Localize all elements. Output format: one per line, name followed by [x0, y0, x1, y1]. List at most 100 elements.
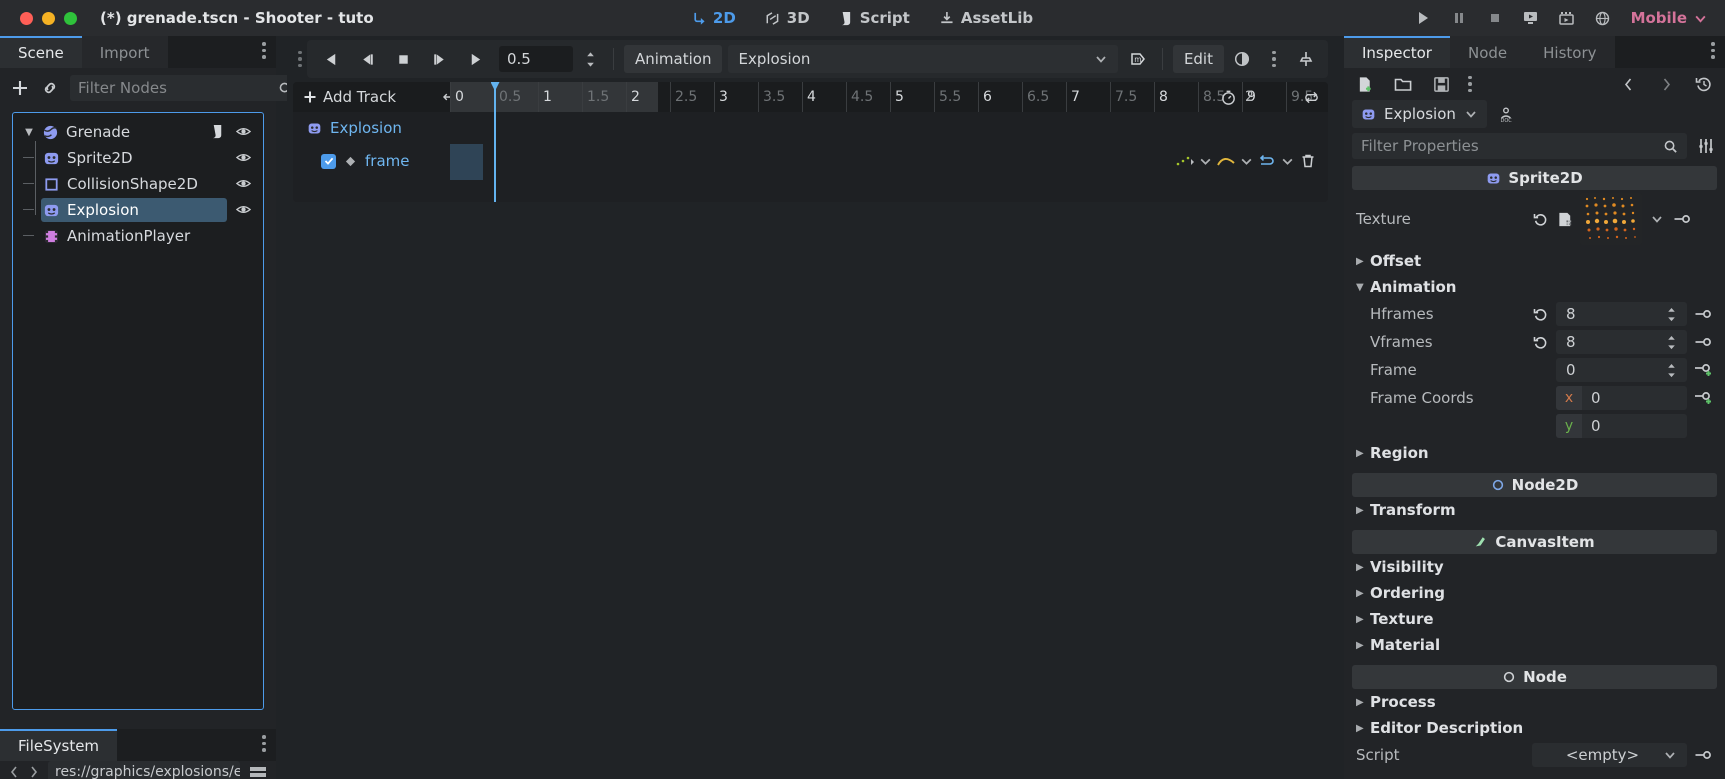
- revert-property-button[interactable]: [1532, 211, 1550, 227]
- zoom-window-button[interactable]: [64, 11, 77, 25]
- chevron-left-icon[interactable]: [8, 765, 20, 779]
- track-easing-button[interactable]: [1214, 148, 1238, 174]
- animation-pin-button[interactable]: m: [1124, 45, 1152, 73]
- scene-tree-item-grenade[interactable]: ▼ Grenade: [13, 119, 263, 145]
- tab-import[interactable]: Import: [81, 36, 168, 68]
- inspector-object-selector[interactable]: Explosion: [1352, 100, 1487, 128]
- add-keyframe-vframes-button[interactable]: [1693, 335, 1713, 349]
- track-remove-button[interactable]: [1296, 148, 1320, 174]
- chevron-down-icon[interactable]: [1281, 155, 1294, 168]
- filter-nodes-input[interactable]: [70, 75, 301, 101]
- tab-3d[interactable]: 3D: [762, 6, 814, 30]
- tab-history[interactable]: History: [1525, 36, 1615, 68]
- split-view-icon[interactable]: [248, 765, 268, 779]
- filter-nodes-field[interactable]: [78, 79, 272, 97]
- history-back-button[interactable]: [1617, 73, 1639, 95]
- property-group-process[interactable]: ▶ Process: [1344, 689, 1725, 715]
- onion-skinning-button[interactable]: [1228, 45, 1256, 73]
- property-frame-coords[interactable]: Frame Coords x 0: [1344, 384, 1725, 412]
- animation-menu-button[interactable]: Animation: [624, 45, 723, 73]
- filesystem-path-input[interactable]: res://graphics/explosions/e: [48, 761, 240, 779]
- add-keyframe-script-button[interactable]: [1693, 748, 1713, 762]
- property-group-offset[interactable]: ▶ Offset: [1344, 248, 1725, 274]
- texture-preview[interactable]: [1580, 193, 1642, 245]
- property-hframes[interactable]: Hframes 8: [1344, 300, 1725, 328]
- updown-arrows-icon[interactable]: [1666, 307, 1677, 322]
- property-script[interactable]: Script <empty>: [1344, 741, 1725, 769]
- scene-tree-item-collisionshape2d[interactable]: CollisionShape2D: [13, 171, 263, 197]
- play-from-start-button[interactable]: [351, 45, 383, 73]
- animation-options-button[interactable]: [1260, 45, 1288, 73]
- track-interpolation-mode-button[interactable]: [1173, 148, 1197, 174]
- close-window-button[interactable]: [20, 11, 33, 25]
- updown-arrows-icon[interactable]: [1666, 335, 1677, 350]
- property-texture[interactable]: Texture: [1344, 190, 1725, 248]
- animation-time-stepper[interactable]: [577, 45, 603, 73]
- timeline-ruler[interactable]: Add Track 0 0.5 1 1.5 2 2.5 3 3.5 4 4.5 …: [293, 82, 1328, 112]
- property-group-ordering[interactable]: ▶ Ordering: [1344, 580, 1725, 606]
- animation-time-field[interactable]: 0.5: [499, 46, 573, 72]
- instantiate-scene-button[interactable]: [41, 77, 59, 99]
- add-keyframe-frame-button[interactable]: [1693, 362, 1713, 378]
- scene-tree-item-explosion[interactable]: Explosion: [13, 197, 263, 223]
- scene-tree-item-animationplayer[interactable]: AnimationPlayer: [13, 223, 263, 249]
- play-forward-button[interactable]: [459, 45, 491, 73]
- chevron-right-icon[interactable]: [28, 765, 40, 779]
- play-from-end-button[interactable]: [423, 45, 455, 73]
- new-resource-button[interactable]: [1354, 73, 1376, 95]
- updown-arrows-icon[interactable]: [1666, 363, 1677, 378]
- hframes-input[interactable]: 8: [1556, 302, 1687, 326]
- play-custom-scene-button[interactable]: [1549, 0, 1585, 36]
- node-visibility-toggle[interactable]: [235, 124, 252, 143]
- track-enabled-checkbox[interactable]: [321, 153, 336, 169]
- node-visibility-toggle[interactable]: [235, 202, 252, 221]
- tab-2d[interactable]: 2D: [688, 6, 740, 30]
- open-documentation-button[interactable]: DOC: [1495, 103, 1517, 125]
- frame-coords-y-input[interactable]: y 0: [1556, 414, 1687, 438]
- property-tools-button[interactable]: [1695, 135, 1717, 157]
- history-forward-button[interactable]: [1655, 73, 1677, 95]
- inspector-dock-menu-button[interactable]: [1711, 42, 1715, 59]
- add-track-button[interactable]: Add Track: [303, 82, 396, 112]
- filter-properties-input[interactable]: Filter Properties: [1352, 133, 1687, 159]
- animation-edit-button[interactable]: Edit: [1172, 45, 1224, 73]
- frame-coords-x-input[interactable]: x 0: [1556, 386, 1687, 410]
- script-field[interactable]: <empty>: [1532, 743, 1687, 767]
- play-backwards-button[interactable]: [315, 45, 347, 73]
- animation-name-selector[interactable]: Explosion: [728, 45, 1118, 73]
- texture-dropdown-button[interactable]: [1648, 212, 1666, 226]
- tab-node[interactable]: Node: [1449, 36, 1526, 68]
- chevron-down-icon[interactable]: [1199, 155, 1212, 168]
- property-group-transform[interactable]: ▶ Transform: [1344, 497, 1725, 523]
- property-group-texture[interactable]: ▶ Texture: [1344, 606, 1725, 632]
- animation-track-property-row[interactable]: frame: [293, 144, 1328, 180]
- panel-drag-handle[interactable]: [293, 40, 307, 78]
- stop-button[interactable]: [1477, 0, 1513, 36]
- filesystem-menu-button[interactable]: [262, 735, 266, 752]
- tab-filesystem[interactable]: FileSystem: [0, 729, 118, 761]
- save-resource-button[interactable]: [1430, 73, 1452, 95]
- property-group-region[interactable]: ▶ Region: [1344, 440, 1725, 466]
- load-resource-button[interactable]: [1392, 73, 1414, 95]
- revert-property-button[interactable]: [1532, 334, 1550, 350]
- chevron-down-icon[interactable]: ▼: [23, 127, 35, 138]
- frame-input[interactable]: 0: [1556, 358, 1687, 382]
- timer-icon[interactable]: [1220, 89, 1237, 106]
- add-keyframe-hframes-button[interactable]: [1693, 307, 1713, 321]
- loop-icon[interactable]: [1303, 89, 1320, 106]
- minimize-window-button[interactable]: [42, 11, 55, 25]
- tab-scene[interactable]: Scene: [0, 36, 82, 68]
- scene-tree-item-sprite2d[interactable]: Sprite2D: [13, 145, 263, 171]
- property-group-visibility[interactable]: ▶ Visibility: [1344, 554, 1725, 580]
- stop-animation-button[interactable]: [387, 45, 419, 73]
- keyframe-block[interactable]: [450, 144, 483, 180]
- property-frame-coords-y[interactable]: y 0: [1344, 412, 1725, 440]
- node-visibility-toggle[interactable]: [235, 150, 252, 169]
- tab-script[interactable]: Script: [836, 6, 914, 30]
- tab-inspector[interactable]: Inspector: [1344, 36, 1450, 68]
- add-keyframe-texture-button[interactable]: [1672, 212, 1692, 226]
- history-button[interactable]: [1693, 73, 1715, 95]
- node-script-icon[interactable]: [210, 124, 225, 143]
- animation-track-editor[interactable]: Add Track 0 0.5 1 1.5 2 2.5 3 3.5 4 4.5 …: [293, 82, 1328, 202]
- play-project-button[interactable]: [1405, 0, 1441, 36]
